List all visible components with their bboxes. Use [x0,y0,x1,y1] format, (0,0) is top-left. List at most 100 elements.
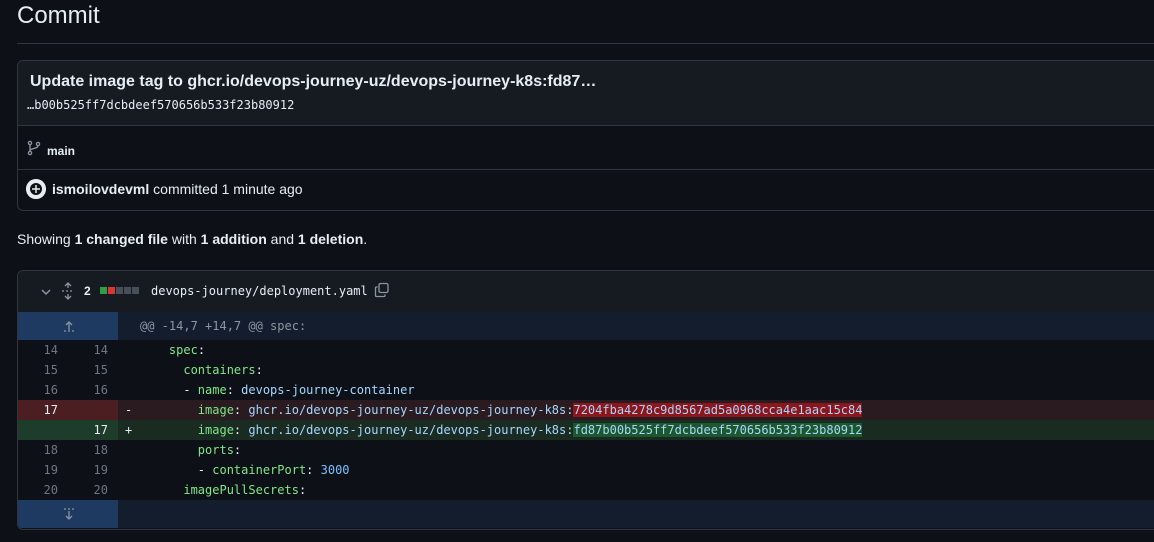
code-line: - name: devops-journey-container [140,380,415,400]
yaml-value: ghcr.io/devops-journey-uz/devops-journey… [248,403,574,417]
expand-all-icon[interactable] [60,282,76,300]
context-line: 18 18 ports: [18,440,1154,460]
deleted-line: 17 - image: ghcr.io/devops-journey-uz/dev… [18,400,1154,420]
author-link[interactable]: ismoilovdevml [52,181,149,197]
old-line-number[interactable]: 15 [18,360,58,380]
hunk-header: @@ -14,7 +14,7 @@ spec: [140,319,307,333]
yaml-value: ghcr.io/devops-journey-uz/devops-journey… [248,423,574,437]
yaml-separator: : [226,383,242,397]
diff-sign: - [125,403,133,417]
chevron-down-icon[interactable] [38,284,54,300]
page-title: Commit [17,2,100,29]
hunk-footer-row [18,500,1154,528]
context-line: 14 14 spec: [18,340,1154,360]
old-line-number[interactable]: 19 [18,460,58,480]
diffstat-square-added [100,287,107,294]
commit-header: Update image tag to ghcr.io/devops-journ… [18,61,1154,126]
code-line: imagePullSecrets: [140,480,306,500]
yaml-value: devops-journey-container [241,383,415,397]
yaml-key: ports [197,443,234,457]
yaml-key: imagePullSecrets [183,483,299,497]
changed-token: fd87b00b525ff7dcbdeef570656b533f23b80912 [573,423,863,437]
changes-count: 2 [84,284,91,298]
yaml-separator: : [306,463,321,477]
copy-icon[interactable] [374,282,390,298]
git-branch-icon [27,140,41,156]
commit-card: Update image tag to ghcr.io/devops-journ… [17,60,1154,211]
expand-down-button[interactable] [18,500,118,528]
yaml-number: 3000 [320,463,350,477]
new-line-number[interactable]: 18 [58,440,108,460]
old-line-number[interactable]: 14 [18,340,58,360]
yaml-key: containers [183,363,256,377]
diffstat-square-deleted [108,287,115,294]
diff-rows: @@ -14,7 +14,7 @@ spec: 14 14 spec: 15 15 c… [18,312,1154,528]
yaml-separator: : [233,403,249,417]
new-line-number[interactable]: 16 [58,380,108,400]
yaml-separator: : [298,483,307,497]
new-line-number[interactable]: 20 [58,480,108,500]
diff-sign: + [125,423,133,437]
branch-link-main[interactable]: main [47,144,75,158]
code-indent: - [140,383,198,397]
branch-row: main [18,126,1154,170]
summary-files: 1 changed file [74,231,168,247]
summary-and: and [270,231,295,247]
new-line-number[interactable]: 14 [58,340,108,360]
context-line: 20 20 imagePullSecrets: [18,480,1154,500]
title-divider [17,43,1154,44]
code-line: image: ghcr.io/devops-journey-uz/devops-… [140,420,863,440]
yaml-key: name [197,383,227,397]
new-line-number[interactable] [58,400,108,420]
new-line-number[interactable]: 17 [58,420,108,440]
code-line: ports: [140,440,241,460]
yaml-separator: : [233,443,242,457]
avatar[interactable] [26,179,46,199]
summary-suffix: . [363,231,368,247]
summary-prefix: Showing [17,231,71,247]
expand-up-button[interactable] [18,312,118,340]
file-header: 2 devops-journey/deployment.yaml [18,271,1154,313]
committed-time: committed 1 minute ago [153,181,303,197]
yaml-separator: : [233,423,249,437]
yaml-key: image [197,423,234,437]
author-row: ismoilovdevml committed 1 minute ago [18,170,1154,210]
summary-deletions: 1 deletion [297,231,364,247]
yaml-key: containerPort [212,463,307,477]
yaml-separator: : [255,363,263,377]
context-line: 15 15 containers: [18,360,1154,380]
code-line: spec: [140,340,205,360]
old-line-number[interactable]: 17 [18,400,58,420]
yaml-separator: : [197,343,206,357]
file-path[interactable]: devops-journey/deployment.yaml [151,284,368,298]
code-line: containers: [140,360,263,380]
code-indent: - [140,463,213,477]
diff-summary: Showing 1 changed file with 1 addition a… [17,231,367,247]
old-line-number[interactable]: 18 [18,440,58,460]
diffstat-square-neutral [132,287,139,294]
expand-down-icon [64,508,74,520]
old-line-number[interactable]: 20 [18,480,58,500]
diffstat-square-neutral [124,287,131,294]
context-line: 16 16 - name: devops-journey-container [18,380,1154,400]
summary-additions: 1 addition [200,231,267,247]
diffstat-square-neutral [116,287,123,294]
yaml-key: spec [168,343,198,357]
expand-up-icon [64,321,74,332]
code-line: image: ghcr.io/devops-journey-uz/devops-… [140,400,863,420]
hunk-header-row: @@ -14,7 +14,7 @@ spec: [18,312,1154,340]
yaml-key: image [197,403,234,417]
old-line-number[interactable] [18,420,58,440]
code-line: - containerPort: 3000 [140,460,350,480]
new-line-number[interactable]: 19 [58,460,108,480]
context-line: 19 19 - containerPort: 3000 [18,460,1154,480]
file-diff: 2 devops-journey/deployment.yaml @@ -14,… [17,270,1154,530]
new-line-number[interactable]: 15 [58,360,108,380]
old-line-number[interactable]: 16 [18,380,58,400]
